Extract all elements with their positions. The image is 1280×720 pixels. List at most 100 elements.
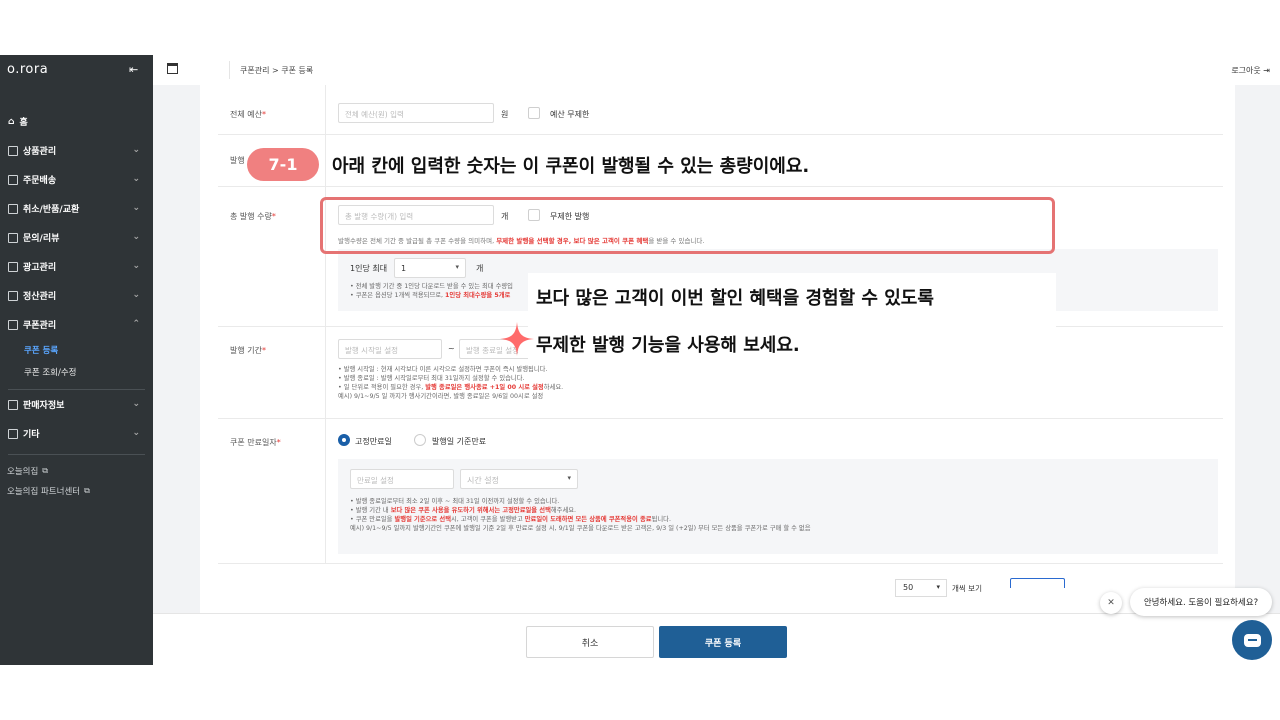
- annotation-caption-3: 무제한 발행 기능을 사용해 보세요.: [528, 322, 1056, 364]
- external-link-label: 오늘의집: [7, 467, 39, 477]
- doc-icon: [8, 428, 18, 439]
- period-dash: ~: [448, 344, 455, 353]
- sidebar-item-returns[interactable]: 취소/반품/교환 ⌄: [0, 194, 153, 223]
- page-size-select[interactable]: 50 ▾: [895, 579, 947, 597]
- external-link-label: 오늘의집 파트너센터: [7, 487, 81, 497]
- expiry-label: 쿠폰 만료일자*: [230, 438, 281, 447]
- sidebar-item-label: 문의/리뷰: [23, 234, 60, 244]
- expiry-box: 만료일 설정 시간 설정 ▾ • 발행 종료일로부터 최소 2일 이후 ~ 최대 …: [338, 459, 1218, 554]
- per-person-label: 1인당 최대: [350, 264, 388, 273]
- chevron-down-icon: ⌄: [132, 145, 140, 155]
- sparkle-icon: [500, 322, 534, 356]
- sidebar-item-label: 쿠폰관리: [23, 321, 57, 331]
- sidebar-item-label: 광고관리: [23, 263, 57, 273]
- chat-greeting-bubble[interactable]: 안녕하세요. 도움이 필요하세요?: [1130, 588, 1272, 616]
- collapse-left-icon[interactable]: ⇤: [129, 63, 138, 76]
- sidebar-item-settlement[interactable]: 정산관리 ⌄: [0, 281, 153, 310]
- sidebar-item-etc[interactable]: 기타 ⌄: [0, 419, 153, 448]
- topbar: 쿠폰관리 > 쿠폰 등록 로그아웃 ⇥: [153, 55, 1280, 85]
- doc-icon: [8, 399, 18, 410]
- period-label: 발행 기간*: [230, 346, 266, 355]
- chat-icon: [1243, 633, 1261, 647]
- issue-label: 발행: [230, 156, 245, 165]
- sidebar-nav: ⌂ 홈 상품관리 ⌄ 주문배송 ⌄ 취소/반품/교환 ⌄ 문의/리뷰 ⌄ 광고관…: [0, 107, 153, 501]
- chevron-down-icon: ⌄: [132, 174, 140, 184]
- sidebar-item-seller-info[interactable]: 판매자정보 ⌄: [0, 390, 153, 419]
- sidebar-subitem-coupon-register[interactable]: 쿠폰 등록: [0, 339, 153, 361]
- budget-unlimited-label: 예산 무제한: [550, 110, 590, 119]
- cancel-button[interactable]: 취소: [526, 626, 654, 658]
- expiry-date-input[interactable]: 만료일 설정: [350, 469, 454, 489]
- form-row-budget: 전체 예산* 전체 예산(원) 입력 원 예산 무제한: [218, 85, 1223, 135]
- chevron-down-icon: ⌄: [132, 203, 140, 213]
- per-person-unit: 개: [476, 264, 484, 273]
- sidebar-item-orders[interactable]: 주문배송 ⌄: [0, 165, 153, 194]
- logout-button[interactable]: 로그아웃 ⇥: [1231, 65, 1270, 76]
- sidebar-item-label: 판매자정보: [23, 401, 65, 411]
- home-icon: ⌂: [8, 116, 15, 127]
- external-link-ohouse[interactable]: 오늘의집 ⧉: [0, 461, 153, 481]
- annotation-highlight-box: [320, 197, 1055, 254]
- sidebar-subitem-coupon-list[interactable]: 쿠폰 조회/수정: [0, 361, 153, 383]
- external-link-partner-center[interactable]: 오늘의집 파트너센터 ⧉: [0, 481, 153, 501]
- doc-icon: [8, 319, 18, 330]
- chevron-down-icon: ⌄: [132, 428, 140, 438]
- sidebar-item-inquiries[interactable]: 문의/리뷰 ⌄: [0, 223, 153, 252]
- caret-down-icon: ▾: [455, 263, 459, 271]
- chevron-up-icon: ⌃: [132, 319, 140, 329]
- bottom-action-bar: 취소 쿠폰 등록: [153, 613, 1280, 665]
- sidebar-item-products[interactable]: 상품관리 ⌄: [0, 136, 153, 165]
- chevron-down-icon: ⌄: [132, 290, 140, 300]
- budget-unit: 원: [501, 110, 509, 119]
- budget-label: 전체 예산*: [230, 110, 266, 119]
- relative-expiry-radio[interactable]: [414, 434, 426, 446]
- annotation-caption-1: 아래 칸에 입력한 숫자는 이 쿠폰이 발행될 수 있는 총량이에요.: [326, 150, 816, 180]
- sidebar-divider: [8, 454, 145, 455]
- budget-input[interactable]: 전체 예산(원) 입력: [338, 103, 494, 123]
- budget-unlimited-checkbox[interactable]: [528, 107, 540, 119]
- doc-icon: [8, 174, 18, 185]
- sidebar-item-label: 기타: [23, 430, 40, 440]
- doc-icon: [8, 261, 18, 272]
- total-qty-label: 총 발행 수량*: [230, 212, 276, 221]
- partial-button[interactable]: [1010, 578, 1065, 588]
- store-icon[interactable]: [167, 63, 178, 74]
- sidebar-item-label: 정산관리: [23, 292, 57, 302]
- caret-down-icon: ▾: [567, 474, 571, 482]
- sidebar-item-ads[interactable]: 광고관리 ⌄: [0, 252, 153, 281]
- sidebar-item-label: 홈: [19, 118, 28, 128]
- expiry-notes: • 발행 종료일로부터 최소 2일 이후 ~ 최대 31일 이전까지 설정할 수…: [350, 498, 811, 532]
- doc-icon: [8, 145, 18, 156]
- topbar-divider: [229, 61, 230, 79]
- sidebar-item-label: 상품관리: [23, 147, 57, 157]
- register-coupon-button[interactable]: 쿠폰 등록: [659, 626, 787, 658]
- form-row-expiry: 쿠폰 만료일자* 고정만료일 발행일 기준만료 만료일 설정 시간 설정 ▾ • …: [218, 419, 1223, 564]
- sidebar-item-label: 취소/반품/교환: [23, 205, 80, 215]
- annotation-caption-2: 보다 많은 고객이 이번 할인 혜택을 경험할 수 있도록: [528, 273, 1056, 315]
- fixed-expiry-radio[interactable]: [338, 434, 350, 446]
- screenshot: o.rora ⇤ ⌂ 홈 상품관리 ⌄ 주문배송 ⌄ 취소/반품/교환 ⌄ 문의…: [0, 55, 1280, 665]
- chevron-down-icon: ⌄: [132, 232, 140, 242]
- label-column-divider: [325, 419, 326, 564]
- external-link-icon: ⧉: [84, 486, 90, 495]
- chat-close-icon[interactable]: ✕: [1100, 592, 1122, 614]
- app-logo[interactable]: o.rora: [7, 62, 48, 77]
- chat-launcher-button[interactable]: [1232, 620, 1272, 660]
- relative-expiry-label: 발행일 기준만료: [432, 437, 487, 446]
- doc-icon: [8, 203, 18, 214]
- expiry-time-select[interactable]: 시간 설정 ▾: [460, 469, 578, 489]
- label-column-divider: [325, 85, 326, 135]
- sidebar-item-label: 주문배송: [23, 176, 57, 186]
- caret-down-icon: ▾: [936, 583, 940, 591]
- period-start-input[interactable]: 발행 시작일 설정: [338, 339, 442, 359]
- sidebar-item-home[interactable]: ⌂ 홈: [0, 107, 153, 136]
- period-notes: • 발행 시작일 : 현재 시각보다 이른 시각으로 설정하면 쿠폰이 즉시 발…: [338, 366, 564, 400]
- external-link-icon: ⧉: [42, 466, 48, 475]
- per-person-select[interactable]: 1 ▾: [394, 258, 466, 278]
- sidebar: o.rora ⇤ ⌂ 홈 상품관리 ⌄ 주문배송 ⌄ 취소/반품/교환 ⌄ 문의…: [0, 55, 153, 665]
- label-column-divider: [325, 327, 326, 419]
- step-badge: 7-1: [247, 148, 319, 181]
- breadcrumb: 쿠폰관리 > 쿠폰 등록: [240, 66, 314, 75]
- chevron-down-icon: ⌄: [132, 261, 140, 271]
- sidebar-item-coupons[interactable]: 쿠폰관리 ⌃: [0, 310, 153, 339]
